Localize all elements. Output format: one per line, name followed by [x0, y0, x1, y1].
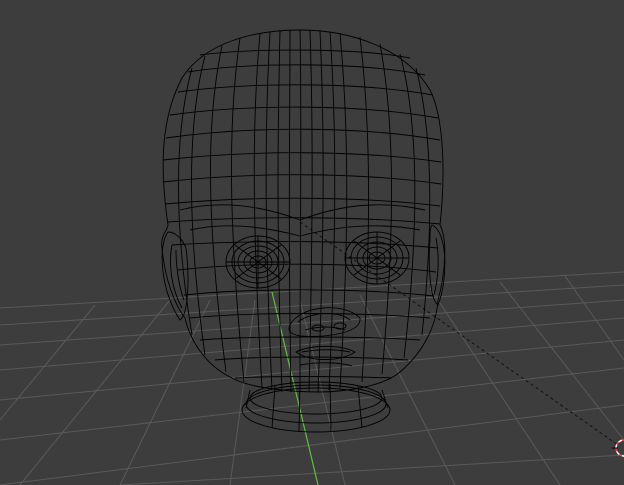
mesh-parallel — [164, 197, 441, 207]
grid-line — [564, 275, 624, 361]
baby-head-mesh[interactable] — [161, 29, 446, 433]
mesh-parallel — [165, 128, 441, 141]
grid-line — [119, 299, 211, 485]
mesh-meridian — [231, 37, 245, 383]
mesh-parallel — [199, 49, 411, 59]
mesh-meridian — [210, 45, 227, 373]
grid-line — [19, 299, 171, 485]
grid-line — [429, 287, 561, 485]
mesh-meridian — [379, 43, 392, 375]
mouth-mesh — [295, 345, 356, 367]
mesh-parallel — [162, 152, 442, 163]
mesh-parallel — [234, 376, 393, 379]
mesh-parallel — [177, 84, 434, 96]
grid-line — [0, 367, 624, 441]
mesh-parallel — [162, 174, 442, 185]
left-eye-mesh — [225, 235, 291, 289]
mesh-parallel — [187, 64, 426, 76]
grid-line — [499, 281, 624, 441]
3d-cursor-icon[interactable] — [612, 439, 624, 457]
right-ear-mesh — [428, 224, 446, 306]
grid-line — [0, 284, 624, 326]
head-outline — [161, 29, 446, 393]
mesh-meridian — [288, 29, 292, 393]
3d-viewport[interactable] — [0, 0, 624, 485]
neck-base-mesh — [241, 381, 391, 433]
mesh-meridian — [359, 36, 370, 383]
mesh-brow — [189, 225, 421, 237]
relationship-line — [299, 221, 619, 446]
mesh-meridian — [299, 29, 302, 393]
right-eye-mesh — [344, 231, 410, 285]
viewport-canvas[interactable] — [0, 0, 624, 485]
mesh-meridian — [253, 33, 263, 389]
grid-line — [0, 404, 624, 485]
floor-grid — [0, 271, 624, 485]
grid-line — [0, 317, 624, 371]
mesh-parallel — [169, 106, 439, 119]
